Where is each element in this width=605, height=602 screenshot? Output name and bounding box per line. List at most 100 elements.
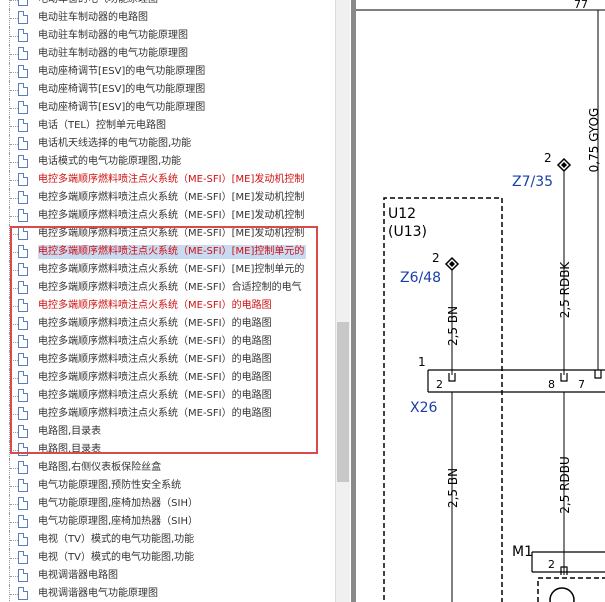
- document-icon: [18, 533, 28, 546]
- tree-item[interactable]: 电控多端顺序燃料喷注点火系统（ME-SFI）的电路图: [0, 369, 335, 387]
- document-icon: [18, 461, 28, 474]
- document-icon: [18, 155, 28, 168]
- tree-item[interactable]: 电动车窗的电气功能原理图: [0, 0, 335, 9]
- tree-item[interactable]: 电动驻车制动器的电气功能原理图: [0, 45, 335, 63]
- tree-item[interactable]: 电控多端顺序燃料喷注点火系统（ME-SFI）[ME]控制单元的: [0, 243, 335, 261]
- tree-item[interactable]: 电控多端顺序燃料喷注点火系统（ME-SFI）[ME]发动机控制: [0, 225, 335, 243]
- pin-left: 2: [436, 378, 443, 391]
- tree-item[interactable]: 电控多端顺序燃料喷注点火系统（ME-SFI）[ME]发动机控制: [0, 189, 335, 207]
- tree-item[interactable]: 电视（TV）模式的电气功能图,功能: [0, 549, 335, 567]
- tree-connector-branch: [10, 162, 18, 163]
- tree-item-label: 电路图,目录表: [38, 444, 102, 455]
- tree-connector-branch: [10, 126, 18, 127]
- tree-item[interactable]: 电话模式的电气功能原理图,功能: [0, 153, 335, 171]
- tree-item-label: 电动车窗的电气功能原理图: [38, 0, 158, 7]
- pin-mid: 8: [548, 378, 555, 391]
- tree-item-label: 电动驻车制动器的电气功能原理图: [38, 48, 188, 59]
- tree-item[interactable]: 电动座椅调节[ESV]的电气功能原理图: [0, 81, 335, 99]
- tree-connector-branch: [10, 432, 18, 433]
- tree-item-label: 电控多端顺序燃料喷注点火系统（ME-SFI）的电路图: [38, 390, 272, 401]
- tree-item[interactable]: 电控多端顺序燃料喷注点火系统（ME-SFI）合适控制的电气: [0, 279, 335, 297]
- document-icon: [18, 47, 28, 60]
- tree-connector-branch: [10, 54, 18, 55]
- tree-item-label: 电气功能原理图,座椅加热器（SIH）: [38, 498, 198, 509]
- tree-item[interactable]: 电气功能原理图,预防性安全系统: [0, 477, 335, 495]
- scrollbar-thumb[interactable]: [337, 322, 349, 482]
- tree-item[interactable]: 电控多端顺序燃料喷注点火系统（ME-SFI）的电路图: [0, 405, 335, 423]
- tree-item[interactable]: 电控多端顺序燃料喷注点火系统（ME-SFI）的电路图: [0, 315, 335, 333]
- document-icon: [18, 83, 28, 96]
- tree-connector-branch: [10, 252, 18, 253]
- tree-connector-line: [9, 0, 10, 9]
- motor-symbol-icon: [549, 587, 575, 602]
- tree-connector-branch: [10, 522, 18, 523]
- z735-label[interactable]: Z7/35: [512, 174, 553, 190]
- tree-item[interactable]: 电视调谐器电路图: [0, 567, 335, 585]
- tree-item-label: 电视调谐器电路图: [38, 570, 118, 581]
- tree-connector-branch: [10, 180, 18, 181]
- pin-right: 7: [578, 378, 585, 391]
- document-icon: [18, 389, 28, 402]
- wire-label-bn-upper: 2,5 BN: [446, 306, 460, 346]
- tree-item[interactable]: 电控多端顺序燃料喷注点火系统（ME-SFI）[ME]控制单元的: [0, 261, 335, 279]
- tree-connector-branch: [10, 0, 18, 1]
- tree-connector-branch: [10, 504, 18, 505]
- tree-item[interactable]: 电动驻车制动器的电气功能原理图: [0, 27, 335, 45]
- tree-item-label: 电路图,目录表: [38, 426, 102, 437]
- document-icon: [18, 209, 28, 222]
- tree-item[interactable]: 电话（TEL）控制单元电路图: [0, 117, 335, 135]
- tree-connector-branch: [10, 90, 18, 91]
- tree-item[interactable]: 电路图,目录表: [0, 441, 335, 459]
- tree-item[interactable]: 电路图,目录表: [0, 423, 335, 441]
- tree-connector-branch: [10, 270, 18, 271]
- tree-item-label: 电控多端顺序燃料喷注点火系统（ME-SFI）的电路图: [38, 372, 272, 383]
- document-icon: [18, 497, 28, 510]
- document-icon: [18, 335, 28, 348]
- wire-label-gyog: 0,75 GYOG: [587, 108, 601, 173]
- tree-item[interactable]: 电路图,右侧仪表板保险丝盒: [0, 459, 335, 477]
- tree-connector-branch: [10, 72, 18, 73]
- wire-label-rdbu: 2,5 RDBU: [558, 456, 572, 514]
- m1-label[interactable]: M1: [512, 544, 533, 560]
- document-icon: [18, 281, 28, 294]
- tree-scrollbar[interactable]: [335, 0, 350, 602]
- tree-item[interactable]: 电控多端顺序燃料喷注点火系统（ME-SFI）的电路图: [0, 297, 335, 315]
- tree-connector-branch: [10, 18, 18, 19]
- x26-label[interactable]: X26: [410, 400, 437, 416]
- tree-item[interactable]: 电控多端顺序燃料喷注点火系统（ME-SFI）[ME]发动机控制: [0, 207, 335, 225]
- document-icon: [18, 119, 28, 132]
- tree-item[interactable]: 电话机天线选择的电气功能图,功能: [0, 135, 335, 153]
- document-icon: [18, 425, 28, 438]
- tree-item[interactable]: 电气功能原理图,座椅加热器（SIH）: [0, 513, 335, 531]
- tree-item[interactable]: 电动驻车制动器的电路图: [0, 9, 335, 27]
- tree-connector-branch: [10, 108, 18, 109]
- tree-item[interactable]: 电控多端顺序燃料喷注点火系统（ME-SFI）的电路图: [0, 351, 335, 369]
- tree-item-label: 电控多端顺序燃料喷注点火系统（ME-SFI）合适控制的电气: [38, 282, 302, 293]
- document-icon: [18, 191, 28, 204]
- tree-item[interactable]: 电动座椅调节[ESV]的电气功能原理图: [0, 63, 335, 81]
- tree-connector-branch: [10, 450, 18, 451]
- tree-item[interactable]: 电气功能原理图,座椅加热器（SIH）: [0, 495, 335, 513]
- tree-connector-branch: [10, 558, 18, 559]
- z648-label[interactable]: Z6/48: [400, 270, 441, 286]
- tree-connector-branch: [10, 540, 18, 541]
- tree-item[interactable]: 电视（TV）模式的电气功能图,功能: [0, 531, 335, 549]
- tree-item-label: 电控多端顺序燃料喷注点火系统（ME-SFI）[ME]控制单元的: [38, 245, 307, 259]
- tree-item[interactable]: 电视调谐器电气功能原理图: [0, 585, 335, 602]
- document-icon: [18, 137, 28, 150]
- tree-item-label: 电气功能原理图,座椅加热器（SIH）: [38, 516, 198, 527]
- tree-connector-branch: [10, 324, 18, 325]
- document-icon: [18, 317, 28, 330]
- bus-number: 1: [418, 355, 426, 369]
- document-icon: [18, 479, 28, 492]
- tree-item-label: 电动驻车制动器的电路图: [38, 12, 148, 23]
- document-icon: [18, 551, 28, 564]
- pin-socket-right-icon: [594, 370, 602, 379]
- tree-item[interactable]: 电动座椅调节[ESV]的电气功能原理图: [0, 99, 335, 117]
- tree-item[interactable]: 电控多端顺序燃料喷注点火系统（ME-SFI）的电路图: [0, 333, 335, 351]
- tree-item[interactable]: 电控多端顺序燃料喷注点火系统（ME-SFI）[ME]发动机控制: [0, 171, 335, 189]
- z735-diamond-icon: [556, 157, 572, 173]
- tree-item[interactable]: 电控多端顺序燃料喷注点火系统（ME-SFI）的电路图: [0, 387, 335, 405]
- u13-label: (U13): [388, 224, 427, 240]
- tree-connector-branch: [10, 144, 18, 145]
